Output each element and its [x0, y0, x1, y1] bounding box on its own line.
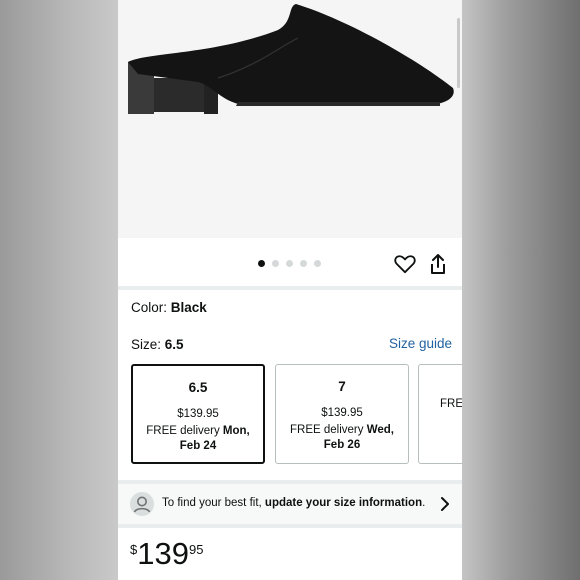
user-avatar-icon — [130, 492, 154, 516]
size-option-delivery: FREE delivery Wed, Feb 26 — [276, 423, 408, 453]
fit-prompt-text: To find your best fit, update your size … — [162, 497, 425, 509]
price-currency: $ — [130, 542, 138, 557]
size-selector: Size: 6.5 — [131, 337, 184, 352]
heart-icon[interactable] — [394, 254, 416, 274]
carousel-dot[interactable] — [314, 260, 321, 267]
size-option-price: $139.95 — [177, 408, 219, 420]
carousel-dot[interactable] — [300, 260, 307, 267]
background-right — [462, 0, 580, 580]
size-option-partial[interactable]: FREE — [418, 364, 462, 464]
fit-prompt[interactable]: To find your best fit, update your size … — [118, 484, 462, 524]
size-label: Size: — [131, 337, 165, 352]
fit-prompt-lead: To find your best fit, — [162, 497, 265, 509]
background-left — [0, 0, 118, 580]
delivery-prefix: FREE delivery — [146, 425, 223, 437]
size-option-size: 7 — [338, 379, 346, 394]
carousel-controls — [118, 240, 462, 286]
carousel-dots — [258, 260, 321, 267]
price-whole: 139 — [137, 536, 189, 571]
carousel-dot[interactable] — [286, 260, 293, 267]
color-value: Black — [170, 300, 207, 315]
product-page: Color: Black Size: 6.5 Size guide 6.5 $1… — [118, 0, 462, 580]
section-divider — [118, 286, 462, 290]
fit-prompt-suffix: . — [422, 497, 426, 509]
size-option-price — [419, 379, 462, 393]
shoe-image — [128, 4, 454, 114]
price-fraction: 95 — [188, 542, 204, 557]
color-label: Color: — [131, 300, 171, 315]
image-scrollbar[interactable] — [457, 18, 460, 88]
size-guide-link[interactable]: Size guide — [389, 336, 452, 351]
carousel-dot[interactable] — [272, 260, 279, 267]
update-size-info-link[interactable]: update your size information — [265, 497, 422, 509]
chevron-right-icon[interactable] — [440, 496, 450, 512]
size-option-size: 6.5 — [188, 380, 208, 395]
product-image[interactable] — [118, 0, 462, 238]
color-selector: Color: Black — [131, 300, 207, 315]
price: $13995 — [130, 536, 203, 572]
size-option-price: $139.95 — [321, 407, 363, 419]
size-option-delivery: FREE — [440, 398, 462, 410]
size-option-7[interactable]: 7 $139.95 FREE delivery Wed, Feb 26 — [275, 364, 409, 464]
delivery-prefix: FREE delivery — [290, 424, 367, 436]
share-icon[interactable] — [428, 253, 448, 275]
size-option-delivery: FREE delivery Mon, Feb 24 — [133, 424, 263, 454]
size-option-6-5[interactable]: 6.5 $139.95 FREE delivery Mon, Feb 24 — [131, 364, 265, 464]
section-divider — [118, 524, 462, 528]
carousel-dot[interactable] — [258, 260, 265, 267]
size-value: 6.5 — [164, 337, 184, 352]
